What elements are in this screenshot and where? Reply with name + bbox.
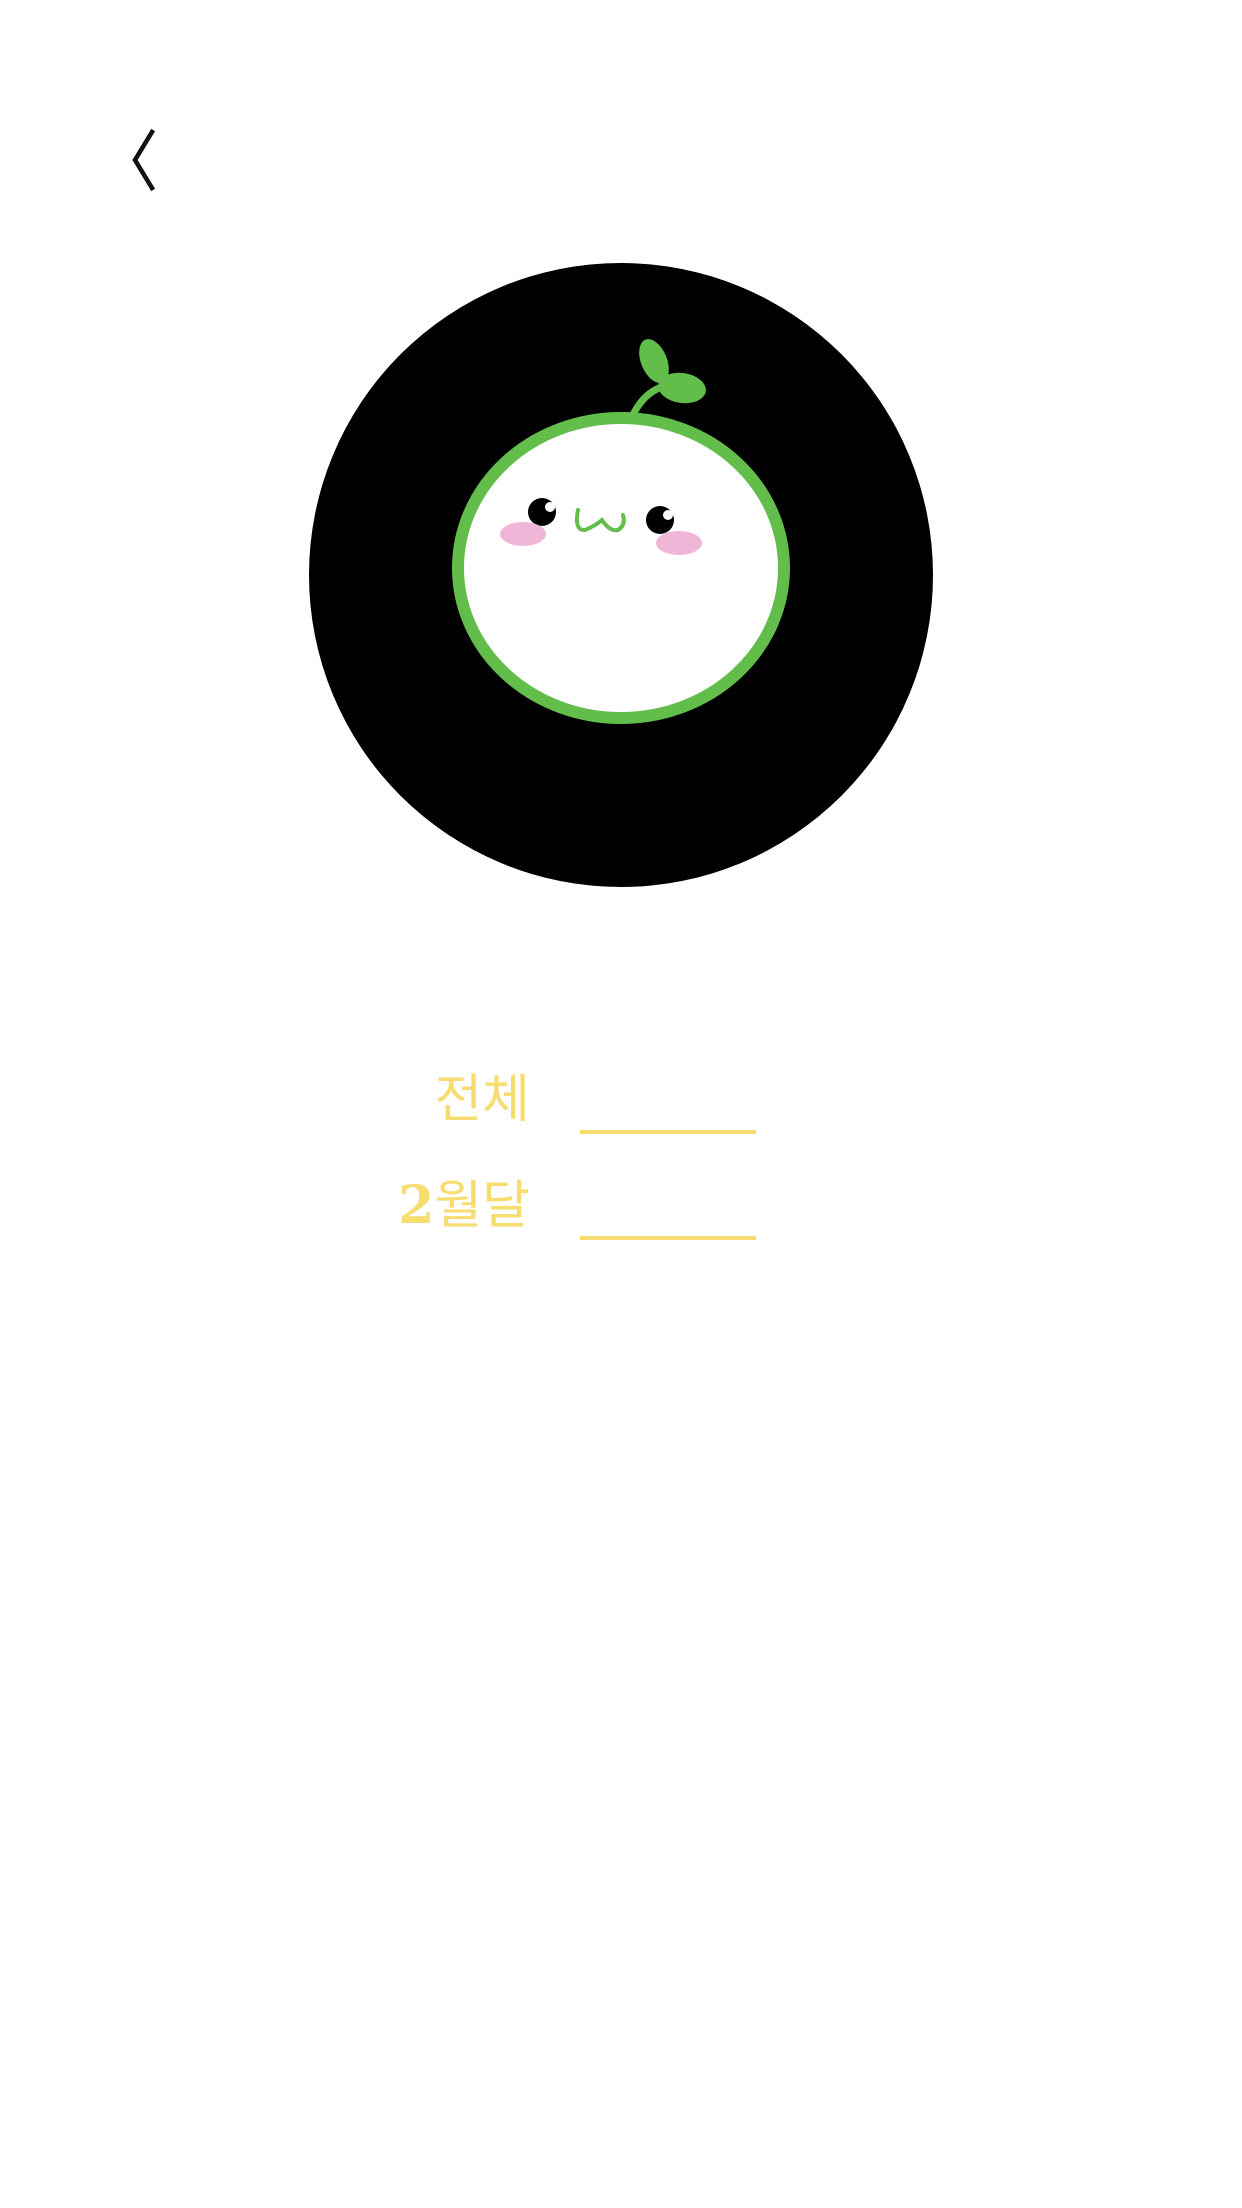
sprout-mascot-icon: [309, 263, 933, 887]
month-suffix: 월달: [434, 1176, 530, 1236]
total-value: [580, 1086, 756, 1134]
back-button[interactable]: [110, 110, 180, 200]
total-label: 전체: [434, 1070, 530, 1130]
mascot-eye-right: [646, 506, 674, 534]
total-stat-row: 전체: [0, 1060, 1242, 1140]
monthly-label: 2월달: [398, 1166, 530, 1246]
chevron-left-icon: [132, 128, 156, 192]
monthly-stat-row: 2월달: [0, 1166, 1242, 1246]
mascot-face: [452, 412, 790, 724]
month-number: 2: [398, 1175, 435, 1236]
mascot-cheek-left: [500, 522, 546, 546]
mascot-cheek-right: [656, 531, 702, 555]
monthly-value: [580, 1192, 756, 1240]
profile-avatar: [309, 263, 933, 887]
mascot-eye-left: [528, 498, 556, 526]
